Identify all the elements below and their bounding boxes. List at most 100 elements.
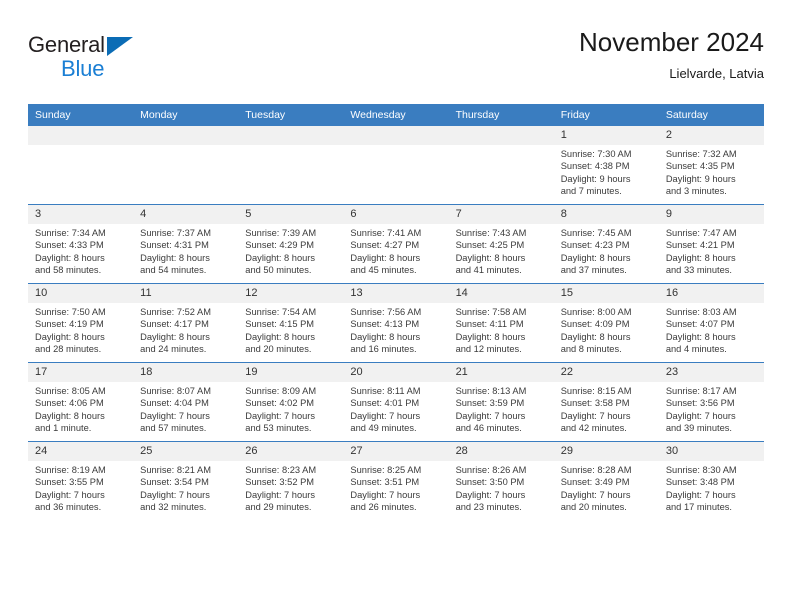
sun-detail-line: and 54 minutes. — [140, 264, 207, 275]
calendar-day-cell[interactable]: 14 Sunrise: 7:58 AM Sunset: 4:11 PM Dayligh… — [448, 283, 554, 363]
calendar-day-cell[interactable]: 5 Sunrise: 7:39 AM Sunset: 4:29 PM Daylight… — [238, 204, 344, 284]
calendar-day-cell[interactable]: 4 Sunrise: 7:37 AM Sunset: 4:31 PM Daylight… — [133, 204, 239, 284]
calendar-day-cell[interactable]: 6 Sunrise: 7:41 AM Sunset: 4:27 PM Daylight… — [343, 204, 449, 284]
sun-detail-line: Sunrise: 8:26 AM — [455, 465, 527, 475]
sun-detail-line: Sunset: 4:04 PM — [140, 398, 209, 409]
calendar-empty-cell — [343, 126, 449, 205]
sun-detail-line: Sunset: 3:52 PM — [245, 477, 315, 488]
sun-details: Sunrise: 7:37 AM Sunset: 4:31 PM Daylight:… — [133, 224, 238, 276]
calendar-day-cell[interactable]: 21 Sunrise: 8:13 AM Sunset: 3:59 PM Dayligh… — [448, 362, 554, 442]
sun-detail-line: Daylight: 7 hours — [140, 489, 210, 500]
sun-detail-line: Daylight: 8 hours — [560, 252, 631, 263]
sun-detail-line: Sunrise: 8:09 AM — [245, 386, 317, 396]
calendar-page: General Blue November 2024 Lielvarde, La… — [0, 0, 792, 612]
calendar-day-cell[interactable]: 20 Sunrise: 8:11 AM Sunset: 4:01 PM Dayligh… — [343, 362, 449, 442]
day-number: 20 — [343, 363, 449, 382]
calendar-day-cell[interactable]: 15 Sunrise: 8:00 AM Sunset: 4:09 PM Dayligh… — [553, 283, 659, 363]
calendar-day-cell[interactable]: 19 Sunrise: 8:09 AM Sunset: 4:02 PM Dayligh… — [238, 362, 344, 442]
calendar-day-cell[interactable]: 9 Sunrise: 7:47 AM Sunset: 4:21 PM Daylight… — [658, 204, 764, 284]
sun-detail-line: Sunset: 4:38 PM — [560, 161, 630, 172]
calendar-day-cell[interactable]: 26 Sunrise: 8:23 AM Sunset: 3:52 PM Dayligh… — [238, 441, 344, 520]
calendar-day-cell[interactable]: 28 Sunrise: 8:26 AM Sunset: 3:50 PM Dayligh… — [448, 441, 554, 520]
sun-detail-line: Daylight: 7 hours — [560, 489, 631, 500]
calendar-day-cell[interactable]: 27 Sunrise: 8:25 AM Sunset: 3:51 PM Dayligh… — [343, 441, 449, 520]
calendar-day-cell[interactable]: 23 Sunrise: 8:17 AM Sunset: 3:56 PM Dayligh… — [658, 362, 764, 442]
sun-details: Sunrise: 8:17 AM Sunset: 3:56 PM Daylight:… — [659, 382, 764, 434]
calendar-day-cell[interactable]: 12 Sunrise: 7:54 AM Sunset: 4:15 PM Dayligh… — [238, 283, 344, 363]
sun-details: Sunrise: 7:30 AM Sunset: 4:38 PM Daylight:… — [554, 145, 659, 197]
sun-detail-line: Sunrise: 8:21 AM — [140, 465, 211, 475]
sun-detail-line: Sunrise: 8:25 AM — [350, 465, 422, 475]
brand-logo[interactable]: General Blue — [28, 32, 158, 84]
page-title: November 2024 — [579, 27, 764, 57]
day-number: 19 — [238, 363, 344, 382]
sun-detail-line: Daylight: 7 hours — [560, 410, 631, 421]
sun-details: Sunrise: 8:13 AM Sunset: 3:59 PM Daylight:… — [449, 382, 554, 434]
sun-detail-line: and 1 minute. — [35, 422, 92, 433]
sun-detail-line: Daylight: 8 hours — [665, 331, 736, 342]
sun-detail-line: and 12 minutes. — [455, 343, 522, 354]
sun-detail-line: and 29 minutes. — [245, 501, 312, 512]
calendar-day-cell[interactable]: 18 Sunrise: 8:07 AM Sunset: 4:04 PM Dayligh… — [133, 362, 239, 442]
sun-details: Sunrise: 7:43 AM Sunset: 4:25 PM Daylight:… — [449, 224, 554, 276]
sun-details: Sunrise: 7:50 AM Sunset: 4:19 PM Daylight:… — [28, 303, 133, 355]
sun-detail-line: Sunrise: 7:41 AM — [350, 228, 422, 238]
sun-details: Sunrise: 8:15 AM Sunset: 3:58 PM Daylight:… — [554, 382, 659, 434]
sun-details: Sunrise: 7:45 AM Sunset: 4:23 PM Daylight:… — [554, 224, 659, 276]
calendar-day-cell[interactable]: 7 Sunrise: 7:43 AM Sunset: 4:25 PM Daylight… — [448, 204, 554, 284]
calendar-day-cell[interactable]: 17 Sunrise: 8:05 AM Sunset: 4:06 PM Dayligh… — [28, 362, 134, 442]
sun-detail-line: and 33 minutes. — [665, 264, 732, 275]
weekday-header-friday: Friday — [553, 104, 659, 126]
page-header: General Blue November 2024 Lielvarde, La… — [28, 26, 764, 98]
sun-detail-line: and 8 minutes. — [560, 343, 622, 354]
sun-detail-line: Sunrise: 8:03 AM — [665, 307, 737, 317]
calendar-day-cell[interactable]: 8 Sunrise: 7:45 AM Sunset: 4:23 PM Daylight… — [553, 204, 659, 284]
calendar-day-cell[interactable]: 29 Sunrise: 8:28 AM Sunset: 3:49 PM Dayligh… — [553, 441, 659, 520]
calendar-day-cell[interactable]: 16 Sunrise: 8:03 AM Sunset: 4:07 PM Dayligh… — [658, 283, 764, 363]
sun-detail-line: Sunrise: 7:58 AM — [455, 307, 527, 317]
sun-detail-line: and 7 minutes. — [560, 185, 622, 196]
sun-detail-line: Daylight: 7 hours — [350, 489, 421, 500]
day-number: 18 — [133, 363, 239, 382]
sun-detail-line: and 3 minutes. — [665, 185, 727, 196]
day-number — [448, 126, 554, 145]
calendar-day-cell[interactable]: 25 Sunrise: 8:21 AM Sunset: 3:54 PM Dayligh… — [133, 441, 239, 520]
calendar-week-row: 10 Sunrise: 7:50 AM Sunset: 4:19 PM Dayligh… — [28, 283, 764, 363]
calendar-day-cell[interactable]: 3 Sunrise: 7:34 AM Sunset: 4:33 PM Daylight… — [28, 204, 134, 284]
calendar-day-cell[interactable]: 22 Sunrise: 8:15 AM Sunset: 3:58 PM Dayligh… — [553, 362, 659, 442]
sun-details: Sunrise: 7:52 AM Sunset: 4:17 PM Daylight:… — [133, 303, 238, 355]
calendar-day-cell[interactable]: 10 Sunrise: 7:50 AM Sunset: 4:19 PM Dayligh… — [28, 283, 134, 363]
sun-detail-line: Daylight: 7 hours — [35, 489, 105, 500]
calendar-day-cell[interactable]: 11 Sunrise: 7:52 AM Sunset: 4:17 PM Dayligh… — [133, 283, 239, 363]
sun-detail-line: Daylight: 8 hours — [35, 331, 105, 342]
day-number: 21 — [448, 363, 554, 382]
day-number: 5 — [238, 205, 344, 224]
calendar-day-cell[interactable]: 2 Sunrise: 7:32 AM Sunset: 4:35 PM Daylight… — [658, 126, 764, 205]
calendar-day-cell[interactable]: 1 Sunrise: 7:30 AM Sunset: 4:38 PM Daylight… — [553, 126, 659, 205]
day-number — [343, 126, 449, 145]
sun-detail-line: and 20 minutes. — [560, 501, 627, 512]
day-number: 28 — [448, 442, 554, 461]
calendar-day-cell[interactable]: 13 Sunrise: 7:56 AM Sunset: 4:13 PM Dayligh… — [343, 283, 449, 363]
sun-detail-line: Sunrise: 8:13 AM — [455, 386, 527, 396]
sun-detail-line: Sunset: 4:19 PM — [35, 319, 104, 330]
calendar-week-row: 3 Sunrise: 7:34 AM Sunset: 4:33 PM Daylight… — [28, 204, 764, 284]
page-subtitle: Lielvarde, Latvia — [669, 66, 764, 81]
day-number: 10 — [28, 284, 134, 303]
sun-detail-line: Sunset: 4:21 PM — [665, 240, 735, 251]
weekday-header-saturday: Saturday — [658, 104, 764, 126]
sun-detail-line: Sunrise: 8:05 AM — [35, 386, 106, 396]
sun-detail-line: Sunrise: 7:30 AM — [560, 149, 632, 159]
sun-detail-line: Daylight: 7 hours — [665, 489, 736, 500]
sun-detail-line: Daylight: 7 hours — [245, 410, 316, 421]
calendar-header-row: Sunday Monday Tuesday Wednesday Thursday Frid… — [28, 104, 764, 126]
calendar-day-cell[interactable]: 30 Sunrise: 8:30 AM Sunset: 3:48 PM Dayligh… — [658, 441, 764, 520]
sun-detail-line: Sunrise: 8:23 AM — [245, 465, 317, 475]
brand-name-general: General — [28, 32, 105, 57]
day-number: 3 — [28, 205, 134, 224]
sun-detail-line: Sunrise: 7:39 AM — [245, 228, 317, 238]
day-number: 15 — [553, 284, 659, 303]
sun-detail-line: and 17 minutes. — [665, 501, 732, 512]
calendar-day-cell[interactable]: 24 Sunrise: 8:19 AM Sunset: 3:55 PM Dayligh… — [28, 441, 134, 520]
sun-detail-line: Sunrise: 8:00 AM — [560, 307, 632, 317]
